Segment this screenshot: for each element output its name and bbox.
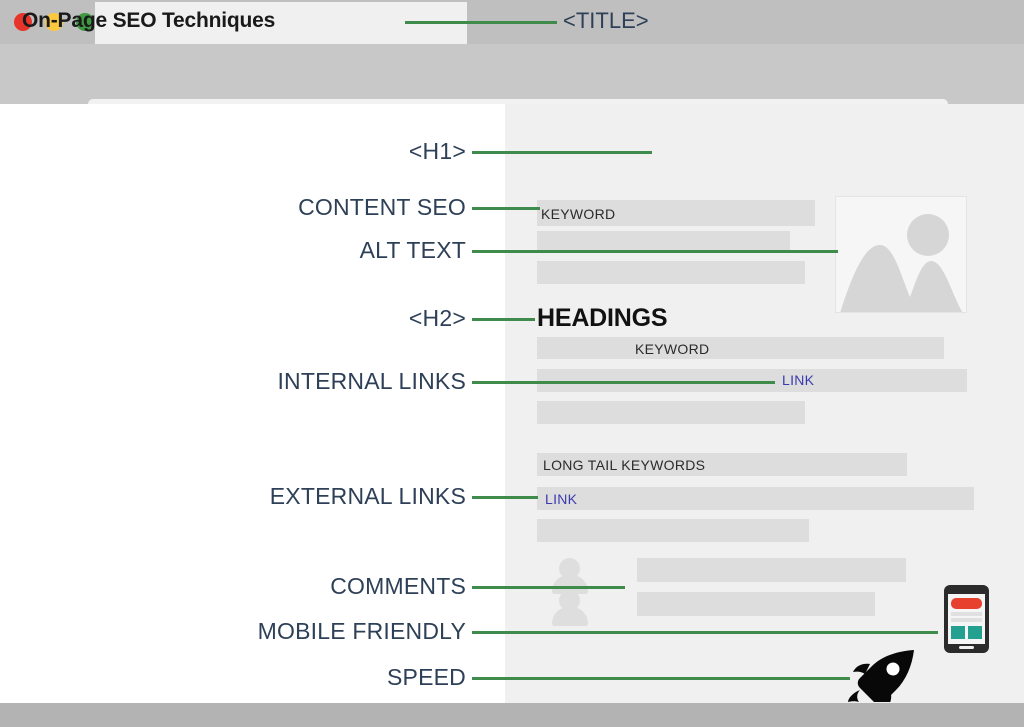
annotation-label: SPEED (387, 664, 466, 690)
browser-chrome: On-Page SEO Techniques <TITLE> https://w… (0, 0, 1024, 139)
content-bar (537, 261, 805, 284)
leader-line-h2 (472, 318, 535, 321)
leader-line-content-seo (472, 207, 540, 210)
mockup-h2-heading: HEADINGS (537, 304, 668, 332)
annotation-h2: <H2> (0, 305, 466, 335)
keyword-label-2: KEYWORD (635, 341, 710, 357)
avatar-icon (548, 590, 592, 626)
content-bar (537, 487, 974, 510)
browser-nav-row: https://www.reliablesoft.net/on-page-seo… (0, 44, 1024, 139)
image-placeholder-icon (835, 196, 967, 313)
annotation-alt-text: ALT TEXT (0, 237, 466, 267)
rocket-icon (848, 650, 916, 710)
annotation-mobile-friendly: MOBILE FRIENDLY (0, 618, 466, 648)
avatar-body (552, 607, 588, 626)
annotation-label: ALT TEXT (359, 237, 466, 263)
annotation-internal-links: INTERNAL LINKS (0, 368, 466, 398)
browser-tab-title: On-Page SEO Techniques (22, 9, 276, 32)
internal-link-text[interactable]: LINK (782, 372, 814, 388)
annotation-speed: SPEED (0, 664, 466, 694)
content-bar (537, 231, 790, 251)
screenshot-root: On-Page SEO Techniques <TITLE> https://w… (0, 0, 1024, 727)
annotation-comments: COMMENTS (0, 573, 466, 603)
content-bar (637, 558, 906, 582)
leader-line-h1 (472, 151, 652, 154)
keyword-label-1: KEYWORD (541, 206, 616, 222)
leader-line-alt-text (472, 250, 838, 253)
content-bar (537, 337, 944, 359)
bottom-shadow-bar (0, 703, 1024, 727)
annotation-label: <H1> (408, 138, 466, 164)
annotation-label: <H2> (408, 305, 466, 331)
content-bar (537, 401, 805, 424)
annotation-label: CONTENT SEO (298, 194, 466, 220)
annotation-external-links: EXTERNAL LINKS (0, 483, 466, 513)
leader-line-speed (472, 677, 850, 680)
annotation-label: EXTERNAL LINKS (269, 483, 466, 509)
annotation-label: COMMENTS (330, 573, 466, 599)
title-leader-line (405, 21, 557, 24)
annotation-content-seo: CONTENT SEO (0, 194, 466, 224)
leader-line-comments (472, 586, 625, 589)
long-tail-keywords-label: LONG TAIL KEYWORDS (543, 457, 706, 473)
content-bar (537, 519, 809, 542)
annotation-h1: <H1> (0, 138, 466, 168)
mobile-phone-icon (944, 585, 989, 653)
leader-line-internal-links (472, 381, 775, 384)
content-bar (637, 592, 875, 616)
leader-line-mobile-friendly (472, 631, 938, 634)
leader-line-external-links (472, 496, 538, 499)
external-link-text[interactable]: LINK (545, 491, 577, 507)
annotation-label: INTERNAL LINKS (277, 368, 466, 394)
annotation-label: MOBILE FRIENDLY (257, 618, 466, 644)
title-tag-label: <TITLE> (563, 8, 649, 33)
